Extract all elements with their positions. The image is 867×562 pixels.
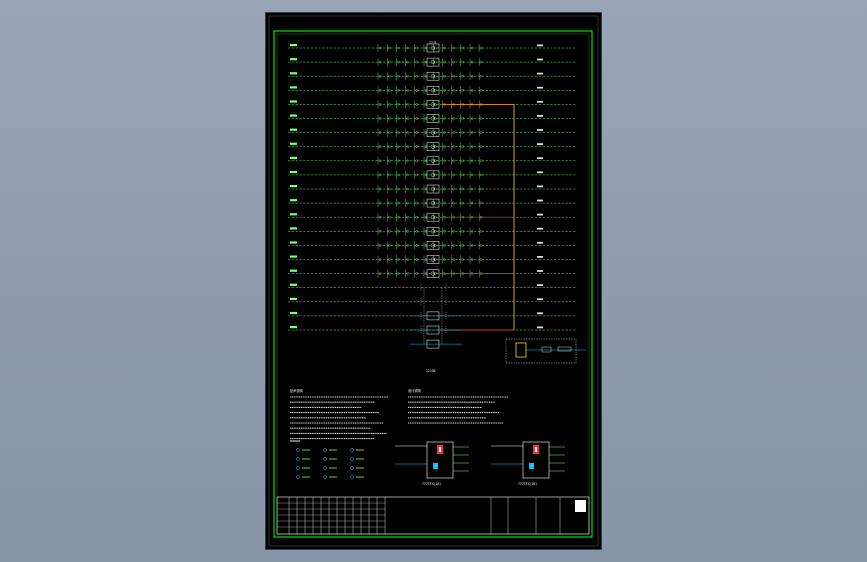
- row-tag: [290, 199, 297, 202]
- legend-symbol: [350, 466, 354, 470]
- row-label: [537, 284, 543, 286]
- cad-drawing: 7771 12156 技术说明 设计说明 7771FX(1A) 7771FX(1…: [268, 15, 599, 547]
- legend-symbol: [296, 466, 300, 470]
- module-1-caption: 7771FX(1A): [422, 482, 441, 486]
- legend-symbol: [323, 457, 327, 461]
- row-tag: [290, 156, 297, 159]
- row-label: [537, 241, 543, 244]
- module-1-core-inner: [439, 447, 441, 452]
- row-label: [537, 86, 543, 89]
- row-tag: [290, 72, 297, 75]
- controller-breaker: [557, 346, 572, 352]
- drawing-sheet: 7771 12156 技术说明 设计说明 7771FX(1A) 7771FX(1…: [266, 13, 601, 549]
- row-tag: [290, 44, 297, 47]
- title-block-frame: [276, 496, 590, 535]
- legend-symbol: [323, 466, 327, 470]
- module-2-core-inner: [535, 447, 537, 452]
- module-1-indicator: [433, 463, 438, 469]
- legend-symbol: [296, 448, 300, 452]
- row-tag: [290, 86, 297, 89]
- row-label: [537, 157, 543, 160]
- wiring-schematic: [288, 43, 586, 364]
- row-label: [537, 227, 543, 230]
- row-tag: [290, 311, 297, 315]
- row-tag: [290, 241, 297, 244]
- row-tag: [290, 227, 297, 230]
- row-label: [537, 115, 543, 117]
- row-label: [537, 129, 543, 131]
- legend-symbol: [323, 475, 327, 479]
- row-label: [537, 312, 543, 315]
- title-block-logo: [575, 500, 586, 512]
- notes-left: 技术说明: [290, 388, 388, 440]
- row-tag: [290, 170, 297, 174]
- module-2-indicator: [529, 463, 534, 469]
- notes-right-heading: 设计说明: [408, 388, 421, 393]
- controller-relay: [541, 346, 552, 353]
- module-diagram-1: 7771FX(1A): [395, 441, 469, 486]
- title-block: [276, 496, 590, 535]
- row-tag: [290, 269, 297, 272]
- top-label: 7771: [429, 41, 437, 45]
- row-label: [537, 326, 543, 329]
- row-tag: [290, 114, 297, 117]
- row-tag: [290, 297, 297, 300]
- row-label: [537, 199, 543, 202]
- legend-symbol: [296, 457, 300, 461]
- row-label: [537, 270, 543, 272]
- row-label: [537, 185, 543, 188]
- row-label: [537, 256, 543, 258]
- row-label: [537, 213, 543, 216]
- row-tag: [290, 128, 297, 131]
- row-label: [537, 100, 543, 103]
- row-tag: [290, 100, 297, 103]
- legend-symbol: [350, 448, 354, 452]
- notes-left-heading: 技术说明: [290, 388, 303, 393]
- row-label: [537, 58, 543, 61]
- symbol-legend: [290, 440, 364, 479]
- row-tag: [290, 326, 297, 329]
- row-tag: [290, 142, 297, 145]
- legend-symbol: [323, 448, 327, 452]
- row-tag: [290, 283, 297, 286]
- legend-symbol: [350, 475, 354, 479]
- row-label: [537, 143, 543, 145]
- row-tag: [290, 255, 297, 258]
- row-label: [537, 44, 543, 47]
- row-tag: [290, 185, 297, 188]
- row-tag: [290, 213, 297, 216]
- row-label: [537, 171, 543, 174]
- row-label: [537, 298, 543, 301]
- row-tag: [290, 58, 297, 61]
- drawing-inner-border: [276, 33, 590, 535]
- legend-symbol: [350, 457, 354, 461]
- module-diagram-2: 7771FX(1B): [491, 441, 565, 486]
- bottom-label: 12156: [426, 369, 436, 373]
- notes-right: 设计说明: [408, 388, 508, 424]
- legend-symbol: [296, 475, 300, 479]
- controller-unit: [515, 342, 527, 358]
- row-label: [537, 72, 543, 75]
- module-2-caption: 7771FX(1B): [518, 482, 537, 486]
